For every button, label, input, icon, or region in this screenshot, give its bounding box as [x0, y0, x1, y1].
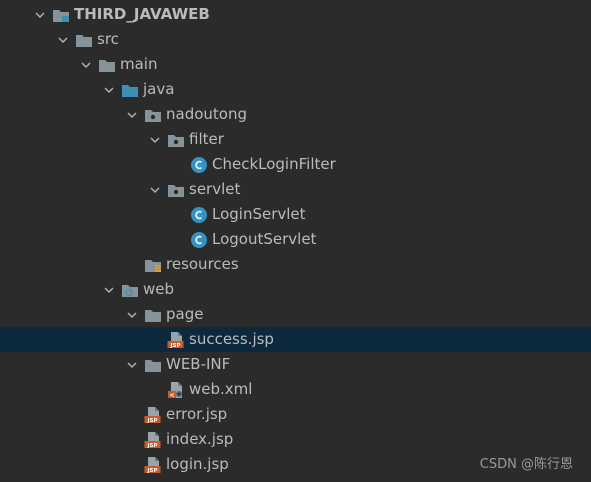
svg-text:JSP: JSP [146, 417, 157, 423]
tree-row-label: resources [166, 255, 239, 273]
svg-text:<: < [169, 391, 174, 398]
folder-icon [144, 356, 162, 374]
svg-text:JSP: JSP [146, 442, 157, 448]
tree-row-label: java [143, 80, 175, 98]
module-folder-icon [52, 6, 70, 24]
tree-row[interactable]: < web.xml [0, 377, 591, 402]
java-class-icon [190, 231, 208, 249]
chevron-down-icon[interactable] [78, 57, 94, 73]
tree-row-label: login.jsp [166, 455, 229, 473]
tree-row-label: main [120, 55, 158, 73]
tree-row-label: src [97, 30, 119, 48]
tree-row[interactable]: nadoutong [0, 102, 591, 127]
package-icon [167, 181, 185, 199]
jsp-file-icon: JSP [144, 456, 162, 474]
svg-text:JSP: JSP [146, 467, 157, 473]
chevron-down-icon[interactable] [101, 82, 117, 98]
xml-config-file-icon: < [167, 381, 185, 399]
tree-row[interactable]: main [0, 52, 591, 77]
package-icon [144, 106, 162, 124]
chevron-down-icon[interactable] [32, 7, 48, 23]
tree-row-label: error.jsp [166, 405, 228, 423]
svg-text:JSP: JSP [169, 342, 180, 348]
tree-row[interactable]: page [0, 302, 591, 327]
tree-row-label: web [143, 280, 175, 298]
project-tree: THIRD_JAVAWEBsrc main java nadoutong filter C… [0, 2, 591, 477]
tree-row[interactable]: LoginServlet [0, 202, 591, 227]
folder-icon [98, 56, 116, 74]
chevron-down-icon[interactable] [124, 307, 140, 323]
jsp-file-icon: JSP [144, 431, 162, 449]
chevron-down-icon[interactable] [147, 132, 163, 148]
tree-row[interactable]: CheckLoginFilter [0, 152, 591, 177]
java-class-icon [190, 156, 208, 174]
resources-folder-icon [144, 256, 162, 274]
tree-row-label: index.jsp [166, 430, 234, 448]
tree-row[interactable]: src [0, 27, 591, 52]
tree-row-label: WEB-INF [166, 355, 231, 373]
tree-row[interactable]: JSP error.jsp [0, 402, 591, 427]
tree-row[interactable]: java [0, 77, 591, 102]
tree-row-label: THIRD_JAVAWEB [74, 5, 210, 23]
tree-row[interactable]: resources [0, 252, 591, 277]
web-folder-icon [121, 281, 139, 299]
tree-row[interactable]: filter [0, 127, 591, 152]
chevron-down-icon[interactable] [124, 107, 140, 123]
tree-row[interactable]: JSP success.jsp [0, 327, 591, 352]
chevron-down-icon[interactable] [147, 182, 163, 198]
source-root-folder-icon [121, 81, 139, 99]
chevron-down-icon[interactable] [101, 282, 117, 298]
chevron-down-icon[interactable] [55, 32, 71, 48]
tree-row-label: web.xml [189, 380, 253, 398]
tree-row-label: LogoutServlet [212, 230, 317, 248]
folder-icon [144, 306, 162, 324]
tree-row-label: filter [189, 130, 224, 148]
tree-row-label: CheckLoginFilter [212, 155, 336, 173]
tree-row[interactable]: JSP index.jsp [0, 427, 591, 452]
tree-row-label: nadoutong [166, 105, 247, 123]
tree-row[interactable]: THIRD_JAVAWEB [0, 2, 591, 27]
jsp-file-icon: JSP [144, 406, 162, 424]
jsp-file-icon: JSP [167, 331, 185, 349]
package-icon [167, 131, 185, 149]
tree-row[interactable]: servlet [0, 177, 591, 202]
tree-row-label: LoginServlet [212, 205, 306, 223]
java-class-icon [190, 206, 208, 224]
tree-row-label: servlet [189, 180, 241, 198]
tree-row-label: page [166, 305, 204, 323]
tree-row[interactable]: web [0, 277, 591, 302]
tree-row-label: success.jsp [189, 330, 274, 348]
tree-row[interactable]: WEB-INF [0, 352, 591, 377]
chevron-down-icon[interactable] [124, 357, 140, 373]
watermark: CSDN @陈行恩 [479, 457, 573, 472]
tree-row[interactable]: LogoutServlet [0, 227, 591, 252]
folder-icon [75, 31, 93, 49]
